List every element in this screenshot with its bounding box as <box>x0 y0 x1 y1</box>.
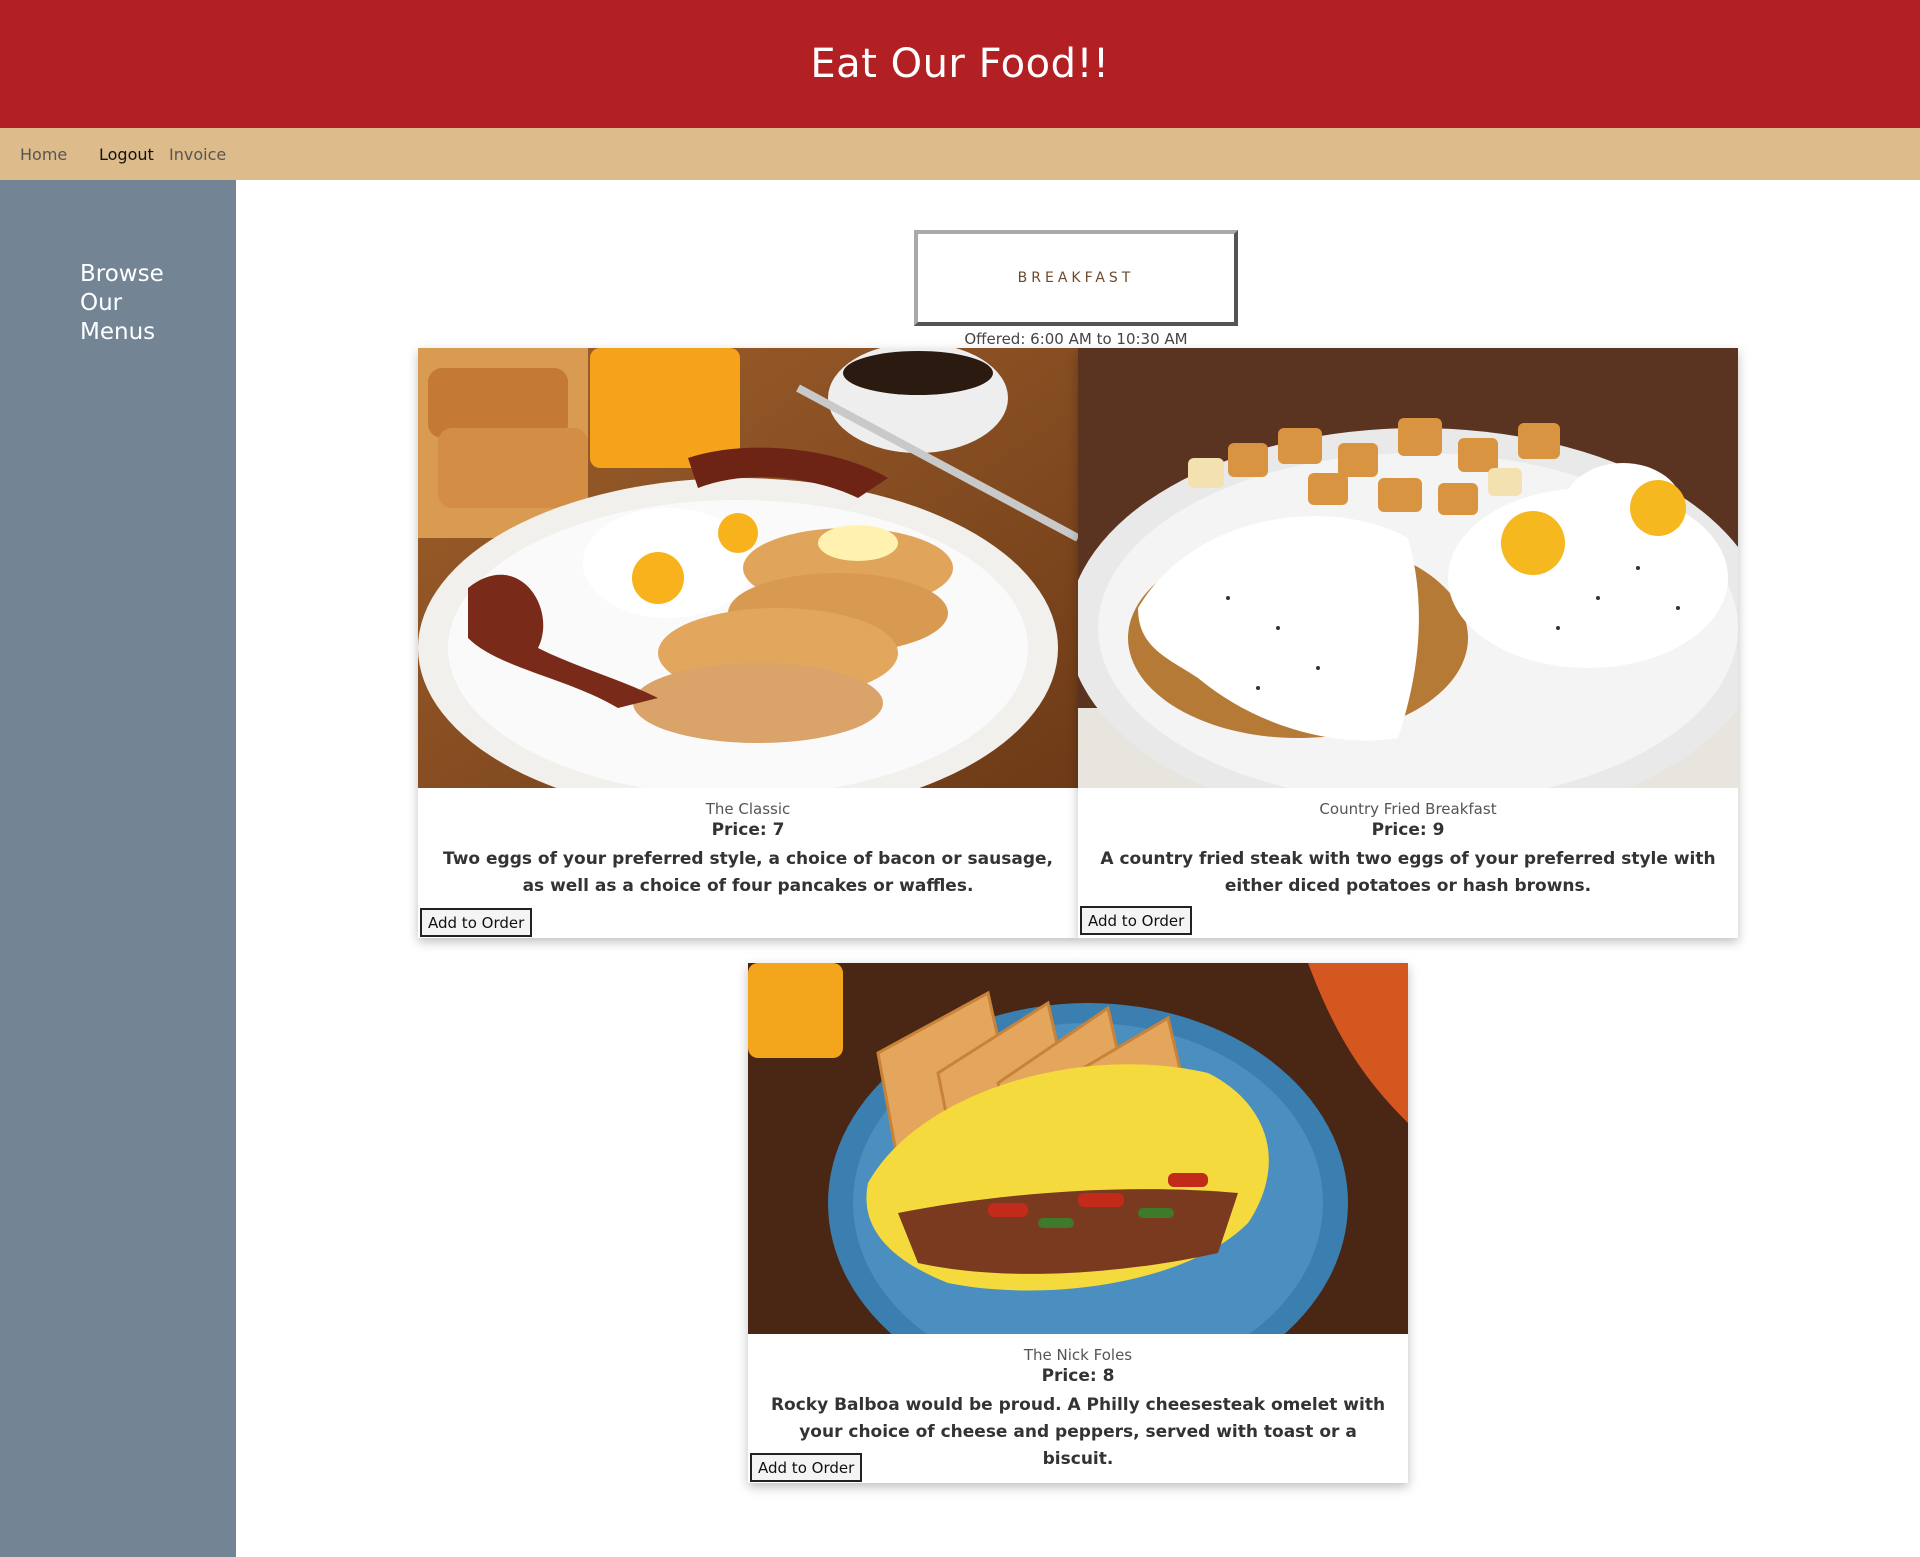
menu-item-description: A country fried steak with two eggs of y… <box>1100 849 1716 896</box>
add-to-order-button[interactable]: Add to Order <box>420 908 533 937</box>
site-header: Eat Our Food!! <box>0 0 1920 128</box>
menu-item-name: The Classic <box>705 800 791 818</box>
menu-item-name: The Nick Foles <box>1023 1346 1133 1364</box>
menu-item-card: The Nick Foles Price: 8 Rocky Balboa wou… <box>748 963 1408 1483</box>
menu-item-photo <box>418 348 1078 788</box>
add-to-order-button[interactable]: Add to Order <box>750 1453 863 1482</box>
menu-category-name: BREAKFAST <box>1017 270 1135 286</box>
nav-home-link[interactable]: Home <box>20 128 67 180</box>
site-title: Eat Our Food!! <box>810 41 1110 87</box>
nav-bar: Home Logout Invoice <box>0 128 1920 180</box>
menu-item-card: The Classic Price: 7 Two eggs of your pr… <box>418 348 1078 938</box>
menu-item-price: Price: 8 <box>1041 1366 1115 1386</box>
menu-item-photo <box>1078 348 1738 788</box>
menu-item-price: Price: 7 <box>711 820 785 840</box>
menu-category-box: BREAKFAST <box>914 230 1238 326</box>
menu-item-photo <box>748 963 1408 1334</box>
menu-item-card: Country Fried Breakfast Price: 9 A count… <box>1078 348 1738 938</box>
sidebar: Browse Our Menus <box>0 180 236 1557</box>
menu-item-name: Country Fried Breakfast <box>1319 800 1497 818</box>
menu-item-description: Two eggs of your preferred style, a choi… <box>443 849 1053 896</box>
sidebar-title: Browse Our Menus <box>80 261 164 345</box>
nav-invoice-link[interactable]: Invoice <box>169 128 226 180</box>
nav-logout-link[interactable]: Logout <box>99 128 154 180</box>
menu-offered-hours: Offered: 6:00 AM to 10:30 AM <box>964 330 1188 348</box>
add-to-order-button[interactable]: Add to Order <box>1080 906 1193 935</box>
menu-item-price: Price: 9 <box>1371 820 1445 840</box>
